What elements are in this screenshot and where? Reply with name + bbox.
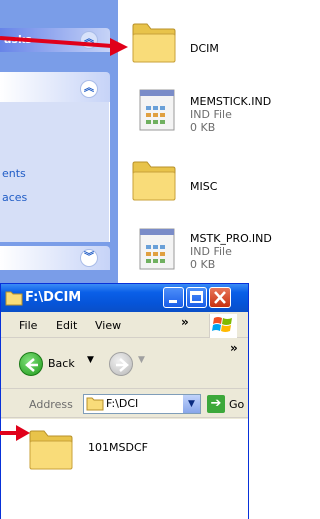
menu-bar: File Edit View »: [1, 312, 248, 338]
file-name: MEMSTICK.IND: [190, 95, 272, 108]
folder-icon: [132, 23, 176, 63]
ind-file-icon: [139, 228, 175, 270]
folder-icon: [132, 161, 176, 201]
close-button[interactable]: [209, 287, 231, 308]
folder-contents: 101MSDCF: [1, 419, 248, 519]
forward-arrow-icon[interactable]: [109, 352, 133, 376]
windows-logo: [209, 314, 237, 338]
file-item-dcim[interactable]: DCIM: [130, 20, 280, 72]
file-type: IND File: [190, 245, 232, 258]
toolbar-overflow-chevron[interactable]: »: [230, 341, 238, 355]
folder-small-icon: [5, 291, 23, 306]
minimize-button[interactable]: [163, 287, 184, 308]
address-bar: Address F:\DCI ▼ ➔ Go: [1, 390, 248, 418]
address-label: Address: [29, 398, 73, 411]
back-arrow-glyph: [25, 358, 38, 372]
file-name: MSTK_PRO.IND: [190, 232, 272, 245]
menu-edit[interactable]: Edit: [56, 319, 77, 332]
file-item-memstick[interactable]: MEMSTICK.IND IND File 0 KB: [130, 88, 280, 140]
close-icon: [214, 291, 226, 304]
address-input[interactable]: F:\DCI ▼: [83, 394, 201, 414]
file-name: MISC: [190, 180, 218, 193]
folder-small-icon: [86, 397, 104, 411]
dcim-explorer-window: F:\DCIM File Edit View » Back ▼ ▼ » Addr…: [0, 283, 249, 519]
file-size: 0 KB: [190, 121, 216, 134]
window-title: F:\DCIM: [25, 290, 82, 305]
file-size: 0 KB: [190, 258, 216, 271]
collapse-chevron-icon[interactable]: ︽: [80, 80, 98, 98]
ind-file-icon: [139, 89, 175, 131]
go-button-label[interactable]: Go: [229, 398, 244, 411]
back-arrow-icon[interactable]: [19, 352, 43, 376]
folder-icon: [29, 430, 73, 470]
file-name: DCIM: [190, 42, 219, 55]
task-pane-link-documents[interactable]: ents: [2, 167, 26, 180]
maximize-icon: [190, 291, 203, 303]
windows-flag-icon: [212, 317, 232, 332]
collapse-chevron-icon[interactable]: ︽: [80, 31, 98, 49]
file-item-misc[interactable]: MISC: [130, 158, 280, 210]
back-button-label[interactable]: Back: [48, 357, 75, 370]
maximize-button[interactable]: [186, 287, 207, 308]
minimize-icon: [169, 300, 177, 303]
task-pane-file-tasks-title: asks: [4, 33, 32, 46]
background-explorer-window: asks ︽ ︽ ents aces ︾ DCIM MEMSTICK.IND I…: [0, 0, 280, 290]
address-dropdown-icon[interactable]: ▼: [183, 395, 200, 413]
forward-arrow-glyph: [116, 358, 129, 372]
menu-overflow-chevron[interactable]: »: [181, 315, 189, 329]
forward-dropdown-icon[interactable]: ▼: [138, 355, 145, 365]
task-pane-link-network-places[interactable]: aces: [2, 191, 27, 204]
menu-file[interactable]: File: [19, 319, 37, 332]
go-arrow-icon[interactable]: ➔: [207, 395, 225, 413]
file-type: IND File: [190, 108, 232, 121]
file-name: 101MSDCF: [88, 441, 148, 454]
file-item-mstk-pro[interactable]: MSTK_PRO.IND IND File 0 KB: [130, 227, 280, 279]
task-pane: asks ︽ ︽ ents aces ︾: [0, 0, 118, 290]
title-bar[interactable]: F:\DCIM: [1, 284, 248, 312]
back-dropdown-icon[interactable]: ▼: [87, 355, 94, 365]
menu-view[interactable]: View: [95, 319, 121, 332]
address-value: F:\DCI: [106, 397, 139, 410]
expand-chevron-icon[interactable]: ︾: [80, 249, 98, 267]
toolbar: Back ▼ ▼ »: [1, 339, 248, 389]
